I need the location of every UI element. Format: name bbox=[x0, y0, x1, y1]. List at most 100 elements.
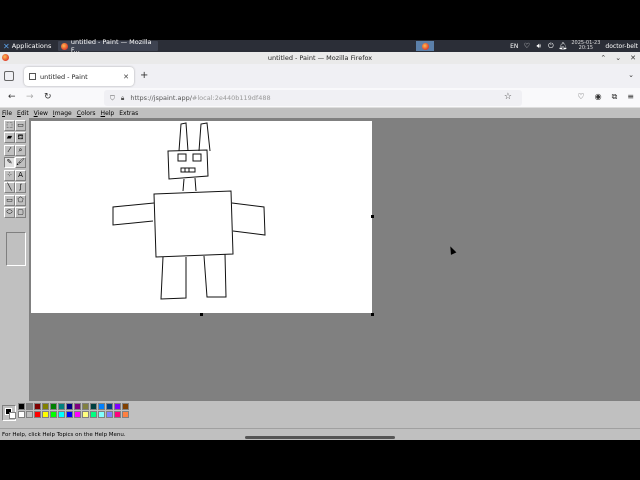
window-titlebar: untitled - Paint — Mozilla Firefox ⌃ ⌄ ✕ bbox=[0, 52, 640, 64]
robot-drawing bbox=[112, 122, 266, 300]
brush-icon[interactable]: 🖌︎ bbox=[15, 157, 26, 168]
palette-swatch[interactable] bbox=[98, 411, 105, 418]
notification-icon[interactable]: 🔔︎ bbox=[558, 42, 567, 50]
toolbox: ⬚ ▭ ▰ ⛾ ⁄ ⌕ ✎ 🖌︎ ⁘ A ╲ ∫ ▭ ⬠ ⬭ ▢ bbox=[2, 120, 28, 400]
text-icon[interactable]: A bbox=[15, 170, 26, 181]
canvas-resize-handle-corner[interactable] bbox=[371, 313, 374, 316]
close-window-icon[interactable]: ✕ bbox=[630, 54, 636, 62]
user-menu[interactable]: doctor-belt bbox=[605, 43, 638, 50]
color-palette bbox=[0, 401, 640, 427]
palette-swatch[interactable] bbox=[82, 411, 89, 418]
menu-edit[interactable]: Edit bbox=[17, 110, 29, 117]
pick-color-icon[interactable]: ⁄ bbox=[4, 145, 15, 156]
palette-swatch[interactable] bbox=[18, 411, 25, 418]
reload-icon[interactable]: ↻ bbox=[44, 92, 52, 102]
desktop-screen: ✕ Applications untitled - Paint — Mozill… bbox=[0, 0, 640, 480]
menu-help[interactable]: Help bbox=[101, 110, 115, 117]
canvas-workspace bbox=[29, 118, 640, 401]
palette-swatch[interactable] bbox=[26, 411, 33, 418]
palette-swatch[interactable] bbox=[98, 403, 105, 410]
menu-image[interactable]: Image bbox=[53, 110, 72, 117]
palette-swatch[interactable] bbox=[74, 411, 81, 418]
palette-swatch[interactable] bbox=[122, 403, 129, 410]
palette-swatch[interactable] bbox=[26, 403, 33, 410]
palette-swatch[interactable] bbox=[114, 403, 121, 410]
list-all-tabs-icon[interactable]: ⌄ bbox=[628, 71, 634, 79]
palette-swatch[interactable] bbox=[58, 411, 65, 418]
menu-extras[interactable]: Extras bbox=[119, 110, 138, 117]
palette-swatch[interactable] bbox=[42, 403, 49, 410]
browser-tab[interactable]: untitled - Paint ✕ bbox=[24, 67, 134, 86]
tracking-protection-icon[interactable]: ⛉ bbox=[110, 94, 115, 103]
drawing-canvas[interactable] bbox=[31, 121, 372, 313]
current-colors[interactable] bbox=[2, 405, 16, 421]
paint-app: File Edit View Image Colors Help Extras … bbox=[0, 108, 640, 440]
applications-menu-button[interactable]: ✕ Applications bbox=[0, 40, 54, 52]
keyboard-layout-indicator[interactable]: EN bbox=[510, 43, 518, 50]
firefox-window-icon bbox=[2, 54, 9, 61]
url-hash: #local:2e440b119df488 bbox=[191, 94, 271, 102]
free-form-select-icon[interactable]: ⬚ bbox=[4, 120, 15, 131]
forward-icon[interactable]: → bbox=[26, 92, 34, 102]
rectangle-icon[interactable]: ▭ bbox=[4, 195, 15, 206]
tab-close-icon[interactable]: ✕ bbox=[123, 73, 129, 81]
workspace-app-icon bbox=[421, 42, 429, 50]
palette-swatch[interactable] bbox=[34, 403, 41, 410]
background-color bbox=[9, 412, 16, 419]
palette-swatch[interactable] bbox=[106, 403, 113, 410]
firefox-view-icon[interactable] bbox=[4, 71, 14, 81]
palette-swatch[interactable] bbox=[58, 403, 65, 410]
palette-swatch[interactable] bbox=[122, 411, 129, 418]
palette-swatch[interactable] bbox=[114, 411, 121, 418]
palette-swatch[interactable] bbox=[34, 411, 41, 418]
pencil-icon[interactable]: ✎ bbox=[4, 157, 15, 168]
curve-icon[interactable]: ∫ bbox=[15, 182, 26, 193]
menu-view[interactable]: View bbox=[34, 110, 48, 117]
airbrush-icon[interactable]: ⁘ bbox=[4, 170, 15, 181]
canvas-resize-handle-right[interactable] bbox=[371, 215, 374, 218]
palette-swatch[interactable] bbox=[50, 411, 57, 418]
account-icon[interactable]: ◉ bbox=[595, 92, 602, 102]
ellipse-icon[interactable]: ⬭ bbox=[4, 207, 15, 218]
palette-swatch[interactable] bbox=[18, 403, 25, 410]
menu-file[interactable]: File bbox=[2, 110, 12, 117]
power-icon[interactable]: ⏻ bbox=[547, 42, 554, 50]
line-icon[interactable]: ╲ bbox=[4, 182, 15, 193]
workspace-switcher[interactable] bbox=[416, 41, 434, 51]
minimize-icon[interactable]: ⌃ bbox=[600, 54, 606, 62]
palette-swatch[interactable] bbox=[106, 411, 113, 418]
bookmark-star-icon[interactable]: ☆ bbox=[504, 92, 512, 102]
tool-options-box[interactable] bbox=[6, 232, 26, 266]
eraser-icon[interactable]: ▰ bbox=[4, 132, 15, 143]
palette-swatch[interactable] bbox=[66, 411, 73, 418]
palette-swatch[interactable] bbox=[74, 403, 81, 410]
palette-swatch[interactable] bbox=[42, 411, 49, 418]
taskbar: ✕ Applications untitled - Paint — Mozill… bbox=[0, 38, 640, 54]
new-tab-icon[interactable]: + bbox=[140, 70, 148, 81]
palette-swatch[interactable] bbox=[90, 411, 97, 418]
menu-colors[interactable]: Colors bbox=[77, 110, 96, 117]
lock-icon[interactable]: 🔒︎ bbox=[121, 94, 124, 103]
menu-icon[interactable]: ≡ bbox=[627, 92, 634, 102]
extensions-icon[interactable]: ⧉ bbox=[612, 92, 618, 102]
fill-bucket-icon[interactable]: ⛾ bbox=[15, 132, 26, 143]
network-icon[interactable]: ♡ bbox=[523, 42, 530, 50]
back-icon[interactable]: ← bbox=[8, 92, 16, 102]
canvas-resize-handle-bottom[interactable] bbox=[200, 313, 203, 316]
horizontal-scrollbar[interactable] bbox=[245, 436, 395, 439]
rounded-rectangle-icon[interactable]: ▢ bbox=[15, 207, 26, 218]
palette-swatch[interactable] bbox=[90, 403, 97, 410]
browser-navbar: ← → ↻ ⛉ 🔒︎ https://jspaint.app/#local:2e… bbox=[0, 88, 640, 108]
magnifier-icon[interactable]: ⌕ bbox=[15, 145, 26, 156]
maximize-icon[interactable]: ⌄ bbox=[615, 54, 621, 62]
volume-icon[interactable]: 🔊︎ bbox=[535, 42, 542, 50]
taskbar-window-button[interactable]: untitled - Paint — Mozilla F... bbox=[58, 38, 159, 54]
clock[interactable]: 2025-01-23 20:15 bbox=[571, 40, 600, 52]
palette-swatch[interactable] bbox=[82, 403, 89, 410]
select-icon[interactable]: ▭ bbox=[15, 120, 26, 131]
pocket-icon[interactable]: ♡ bbox=[577, 92, 584, 102]
polygon-icon[interactable]: ⬠ bbox=[15, 195, 26, 206]
url-bar[interactable]: ⛉ 🔒︎ https://jspaint.app/#local:2e440b11… bbox=[104, 90, 522, 106]
palette-swatch[interactable] bbox=[66, 403, 73, 410]
palette-swatch[interactable] bbox=[50, 403, 57, 410]
